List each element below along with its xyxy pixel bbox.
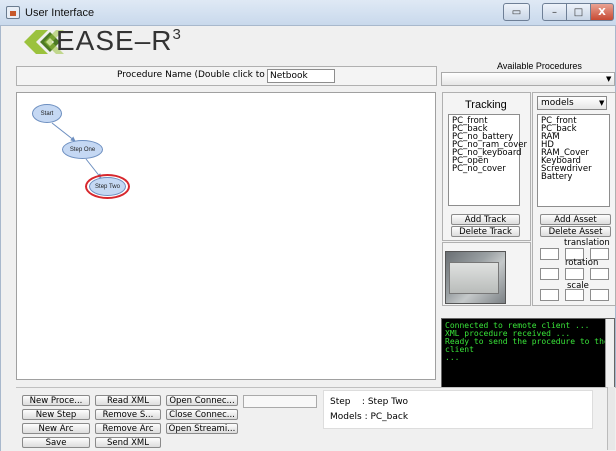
add-asset-button[interactable]: Add Asset — [540, 214, 611, 225]
graph-node-step-two[interactable]: Step Two — [89, 177, 126, 196]
new-procedure-button[interactable]: New Proce... — [22, 395, 90, 406]
delete-asset-button[interactable]: Delete Asset — [540, 226, 611, 237]
minimize-button[interactable]: – — [542, 3, 567, 21]
remove-step-button[interactable]: Remove S... — [95, 409, 161, 420]
models-dropdown[interactable]: models — [537, 96, 607, 110]
save-button[interactable]: Save — [22, 437, 90, 448]
new-step-button[interactable]: New Step — [22, 409, 90, 420]
device-photo — [449, 262, 499, 294]
send-xml-button[interactable]: Send XML — [95, 437, 161, 448]
logo-text: EASE–R3 — [56, 25, 182, 56]
console-line: ... — [445, 353, 460, 362]
assets-list[interactable]: PC_front PC_back RAM HD RAM_Cover Keyboa… — [537, 114, 610, 207]
rotation-z-field[interactable] — [590, 268, 609, 280]
delete-track-button[interactable]: Delete Track — [451, 226, 520, 237]
models-info: Models : PC_back — [330, 412, 409, 422]
close-connection-button[interactable]: Close Connec... — [166, 409, 238, 420]
list-item[interactable]: Battery — [541, 173, 606, 182]
chevron-down-icon[interactable]: ▼ — [599, 99, 604, 107]
app-icon — [6, 6, 20, 19]
step-info: Step : Step Two — [330, 397, 409, 407]
open-streaming-button[interactable]: Open Streami... — [166, 423, 238, 434]
procedure-name-field[interactable]: Netbook — [267, 69, 335, 83]
remove-arc-button[interactable]: Remove Arc — [95, 423, 161, 434]
graph-node-start[interactable]: Start — [32, 104, 62, 123]
scale-y-field[interactable] — [565, 289, 584, 301]
address-field[interactable] — [243, 395, 317, 408]
open-connection-button[interactable]: Open Connec... — [166, 395, 238, 406]
tracking-title: Tracking — [465, 99, 507, 111]
list-item[interactable]: PC_no_cover — [452, 165, 516, 174]
add-track-button[interactable]: Add Track — [451, 214, 520, 225]
maximize-button[interactable]: □ — [566, 3, 591, 21]
graph-node-step-one[interactable]: Step One — [62, 140, 103, 159]
rotation-x-field[interactable] — [540, 268, 559, 280]
step-info-panel: Step : Step Two Models : PC_back — [323, 390, 593, 429]
available-procedures-dropdown[interactable] — [441, 72, 615, 86]
rotation-y-field[interactable] — [565, 268, 584, 280]
bottom-scrollbar[interactable] — [607, 387, 615, 450]
procedure-graph-canvas[interactable] — [16, 92, 436, 380]
window-title: User Interface — [25, 7, 95, 19]
close-button[interactable]: X — [590, 3, 614, 21]
scale-z-field[interactable] — [590, 289, 609, 301]
rotation-label: rotation — [565, 258, 599, 268]
translation-label: translation — [564, 238, 610, 248]
console-line: Ready to send the procedure to the clien… — [445, 337, 609, 354]
translation-x-field[interactable] — [540, 248, 559, 260]
scale-x-field[interactable] — [540, 289, 559, 301]
read-xml-button[interactable]: Read XML — [95, 395, 161, 406]
restore-button[interactable]: ▭ — [503, 3, 530, 21]
new-arc-button[interactable]: New Arc — [22, 423, 90, 434]
chevron-down-icon[interactable]: ▼ — [606, 75, 611, 83]
tracking-list[interactable]: PC_front PC_back PC_no_battery PC_no_ram… — [448, 114, 527, 206]
available-procedures-label: Available Procedures — [497, 61, 582, 71]
